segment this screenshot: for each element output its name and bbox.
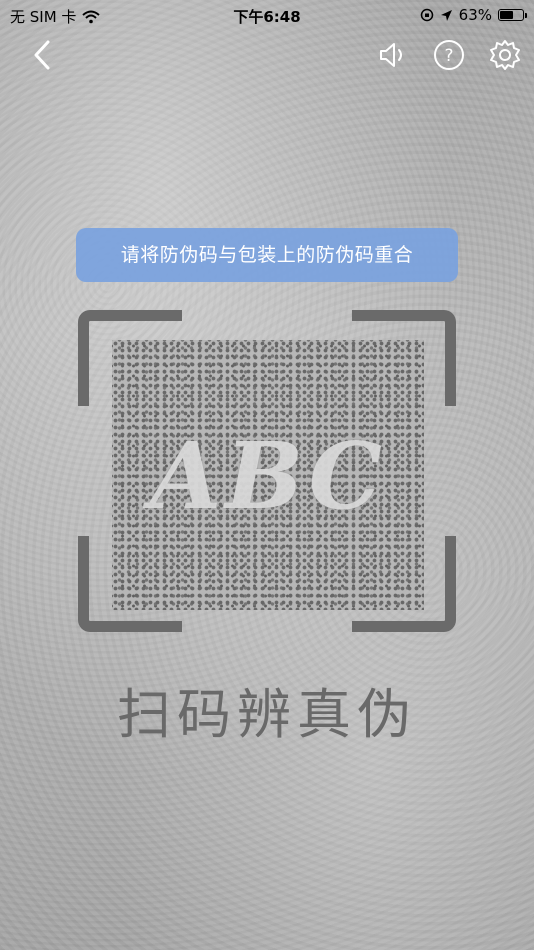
chevron-left-icon <box>34 40 50 70</box>
page-title: 扫码辨真伪 <box>117 683 417 746</box>
help-button[interactable]: ? <box>432 38 466 72</box>
location-icon <box>440 9 452 21</box>
pattern-text: ABC <box>149 422 387 530</box>
svg-text:?: ? <box>444 46 453 66</box>
status-bar: 无 SIM 卡 下午6:48 63% <box>0 0 534 30</box>
status-right: 63% <box>420 6 527 24</box>
back-button[interactable] <box>28 38 58 72</box>
settings-icon <box>490 40 520 70</box>
sound-button[interactable] <box>376 38 410 72</box>
battery-percent: 63% <box>458 6 492 24</box>
settings-button[interactable] <box>488 38 522 72</box>
speaker-icon <box>380 43 402 67</box>
alignment-hint-banner: 请将防伪码与包装上的防伪码重合 <box>76 228 458 282</box>
orientation-lock-icon <box>420 8 433 22</box>
anti-counterfeit-pattern: ABC <box>112 340 424 610</box>
battery-level <box>500 11 514 19</box>
battery-icon <box>498 9 527 21</box>
help-icon: ? <box>434 40 464 70</box>
nav-actions: ? <box>376 38 522 72</box>
scan-frame: ABC <box>78 310 456 632</box>
